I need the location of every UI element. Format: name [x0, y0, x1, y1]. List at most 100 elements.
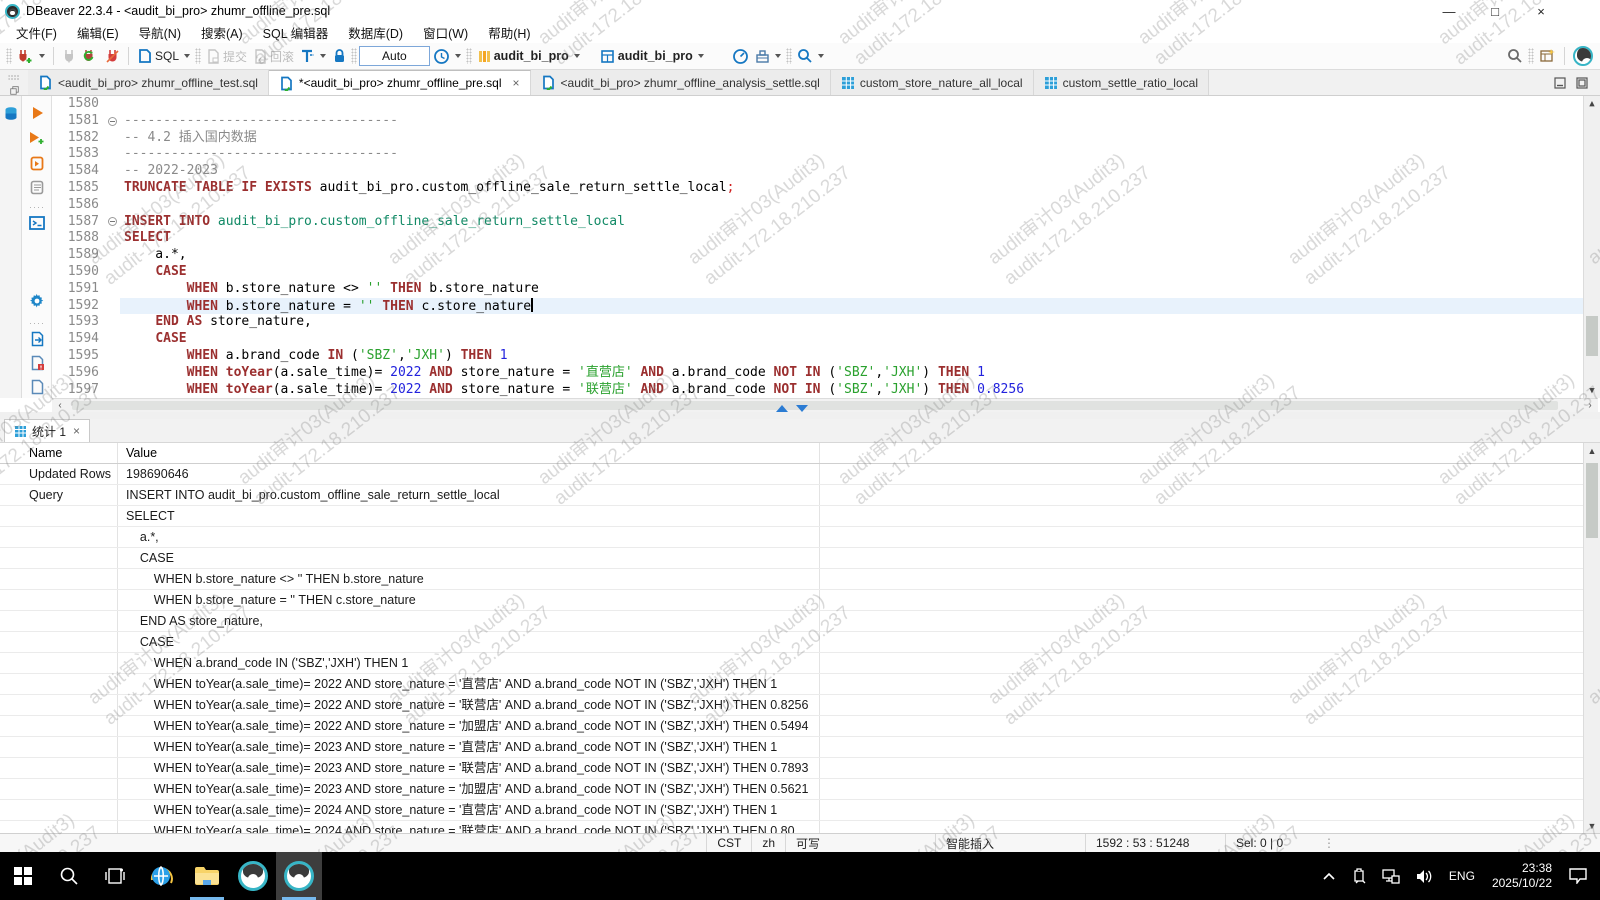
- maximize-panel-icon[interactable]: [1576, 77, 1588, 89]
- results-row-5[interactable]: WHEN b.store_nature <> '' THEN b.store_n…: [0, 569, 1583, 590]
- dbeaver-taskbar-button[interactable]: [230, 852, 276, 900]
- usb-tray-icon[interactable]: [1345, 852, 1373, 900]
- menu-item-0[interactable]: 文件(F): [8, 21, 65, 44]
- statistics-tab[interactable]: 统计 1 ×: [4, 419, 90, 442]
- editor-tab-1[interactable]: *<audit_bi_pro> zhumr_offline_pre.sql×: [269, 70, 531, 95]
- code-line-1597[interactable]: 1597 WHEN toYear(a.sale_time)= 2022 AND …: [52, 382, 1583, 398]
- fold-collapse-icon[interactable]: [108, 117, 117, 126]
- execute-statement-button[interactable]: [28, 104, 46, 122]
- results-row-1[interactable]: QueryINSERT INTO audit_bi_pro.custom_off…: [0, 485, 1583, 506]
- menu-item-7[interactable]: 帮助(H): [480, 21, 538, 44]
- results-row-3[interactable]: a.*,: [0, 527, 1583, 548]
- close-icon[interactable]: ×: [513, 76, 520, 90]
- execute-script-button[interactable]: [28, 154, 46, 172]
- menu-item-4[interactable]: SQL 编辑器: [255, 21, 337, 44]
- status-insert-mode[interactable]: 智能插入: [935, 834, 1085, 852]
- compile-button[interactable]: [752, 47, 784, 66]
- code-line-1595[interactable]: 1595 WHEN a.brand_code IN ('SBZ','JXH') …: [52, 348, 1583, 365]
- scroll-up-arrow[interactable]: ▲: [1584, 96, 1600, 111]
- code-line-1582[interactable]: 1582-- 4.2 插入国内数据: [52, 130, 1583, 147]
- results-row-0[interactable]: Updated Rows198690646: [0, 464, 1583, 485]
- scroll-down-arrow[interactable]: ▼: [1584, 818, 1600, 833]
- internet-explorer-button[interactable]: [138, 852, 184, 900]
- code-line-1588[interactable]: 1588SELECT: [52, 230, 1583, 247]
- results-row-10[interactable]: WHEN toYear(a.sale_time)= 2022 AND store…: [0, 674, 1583, 695]
- taskbar-search-button[interactable]: [46, 852, 92, 900]
- file-explorer-button[interactable]: [184, 852, 230, 900]
- column-header-name[interactable]: Name: [0, 443, 118, 463]
- active-connection-selector[interactable]: audit_bi_pro: [474, 47, 583, 66]
- dashboard-button[interactable]: [729, 46, 752, 67]
- scroll-down-arrow[interactable]: ▼: [1584, 383, 1600, 398]
- transaction-log-button[interactable]: [297, 46, 329, 66]
- code-line-1596[interactable]: 1596 WHEN toYear(a.sale_time)= 2022 AND …: [52, 365, 1583, 382]
- collapse-down-icon[interactable]: [796, 405, 808, 412]
- results-vertical-scrollbar[interactable]: ▲ ▼: [1583, 443, 1600, 833]
- taskbar-clock[interactable]: 23:38 2025/10/22: [1484, 861, 1560, 891]
- status-timezone[interactable]: CST: [706, 834, 751, 852]
- editor-tab-2[interactable]: <audit_bi_pro> zhumr_offline_analysis_se…: [531, 70, 831, 95]
- dbeaver-perspective-button[interactable]: [1570, 44, 1596, 68]
- menu-item-2[interactable]: 导航(N): [131, 21, 189, 44]
- commit-button[interactable]: 提交: [203, 46, 250, 67]
- code-line-1581[interactable]: 1581-----------------------------------: [52, 113, 1583, 130]
- menu-item-6[interactable]: 窗口(W): [415, 21, 476, 44]
- reconnect-button[interactable]: [79, 46, 102, 66]
- scroll-up-arrow[interactable]: ▲: [1584, 443, 1600, 458]
- scrollbar-thumb[interactable]: [1586, 463, 1598, 538]
- editor-vertical-scrollbar[interactable]: ▲ ▼: [1583, 96, 1600, 398]
- sql-editor-button[interactable]: SQL: [134, 46, 193, 66]
- action-center-button[interactable]: [1562, 852, 1594, 900]
- editor-tab-3[interactable]: custom_store_nature_all_local: [831, 70, 1034, 95]
- minimize-panel-icon[interactable]: [1554, 77, 1566, 89]
- results-row-17[interactable]: WHEN toYear(a.sale_time)= 2024 AND store…: [0, 821, 1583, 833]
- task-view-button[interactable]: [92, 852, 138, 900]
- start-button[interactable]: [0, 852, 46, 900]
- editor-tab-4[interactable]: custom_settle_ratio_local: [1034, 70, 1209, 95]
- execute-script-gray-button[interactable]: [28, 178, 46, 196]
- database-navigator-icon[interactable]: [3, 106, 19, 122]
- code-line-1591[interactable]: 1591 WHEN b.store_nature <> '' THEN b.st…: [52, 281, 1583, 298]
- volume-tray-icon[interactable]: [1409, 852, 1440, 900]
- code-line-1583[interactable]: 1583-----------------------------------: [52, 146, 1583, 163]
- close-window-button[interactable]: ×: [1518, 0, 1564, 22]
- sql-editor[interactable]: 15801581--------------------------------…: [52, 96, 1600, 398]
- code-line-1585[interactable]: 1585TRUNCATE TABLE IF EXISTS audit_bi_pr…: [52, 180, 1583, 197]
- open-console-button[interactable]: [28, 214, 46, 232]
- code-line-1580[interactable]: 1580: [52, 96, 1583, 113]
- status-writable[interactable]: 可写: [785, 834, 935, 852]
- results-row-14[interactable]: WHEN toYear(a.sale_time)= 2023 AND store…: [0, 758, 1583, 779]
- quick-access-search-button[interactable]: [1504, 46, 1526, 66]
- code-line-1584[interactable]: 1584-- 2022-2023: [52, 163, 1583, 180]
- doc-extra-button[interactable]: [28, 378, 46, 396]
- results-row-7[interactable]: END AS store_nature,: [0, 611, 1583, 632]
- results-row-2[interactable]: SELECT: [0, 506, 1583, 527]
- results-row-11[interactable]: WHEN toYear(a.sale_time)= 2022 AND store…: [0, 695, 1583, 716]
- code-line-1589[interactable]: 1589 a.*,: [52, 247, 1583, 264]
- status-caret-position[interactable]: 1592 : 53 : 51248: [1085, 834, 1225, 852]
- results-row-8[interactable]: CASE: [0, 632, 1583, 653]
- results-row-13[interactable]: WHEN toYear(a.sale_time)= 2023 AND store…: [0, 737, 1583, 758]
- results-row-9[interactable]: WHEN a.brand_code IN ('SBZ','JXH') THEN …: [0, 653, 1583, 674]
- menu-item-3[interactable]: 搜索(A): [193, 21, 251, 44]
- search-menu-button[interactable]: [794, 46, 827, 66]
- menu-item-5[interactable]: 数据库(D): [340, 21, 411, 44]
- panel-sash[interactable]: [0, 412, 1600, 419]
- restore-views-icon[interactable]: [8, 86, 21, 95]
- collapse-up-icon[interactable]: [776, 405, 788, 412]
- scroll-right-arrow[interactable]: ›: [1582, 399, 1598, 412]
- disconnect-button[interactable]: [102, 46, 123, 66]
- execute-new-tab-button[interactable]: [28, 129, 46, 147]
- rollback-button[interactable]: 回滚: [250, 46, 297, 67]
- network-tray-icon[interactable]: [1375, 852, 1407, 900]
- status-language[interactable]: zh: [751, 834, 785, 852]
- code-line-1590[interactable]: 1590 CASE: [52, 264, 1583, 281]
- code-line-1586[interactable]: 1586: [52, 197, 1583, 214]
- commit-mode-selector[interactable]: Auto: [359, 46, 430, 66]
- results-row-12[interactable]: WHEN toYear(a.sale_time)= 2022 AND store…: [0, 716, 1583, 737]
- minimize-window-button[interactable]: —: [1426, 0, 1472, 22]
- language-indicator[interactable]: ENG: [1442, 852, 1482, 900]
- fold-column[interactable]: [104, 214, 120, 231]
- save-warning-button[interactable]: [28, 354, 46, 372]
- scrollbar-thumb[interactable]: [1586, 316, 1598, 355]
